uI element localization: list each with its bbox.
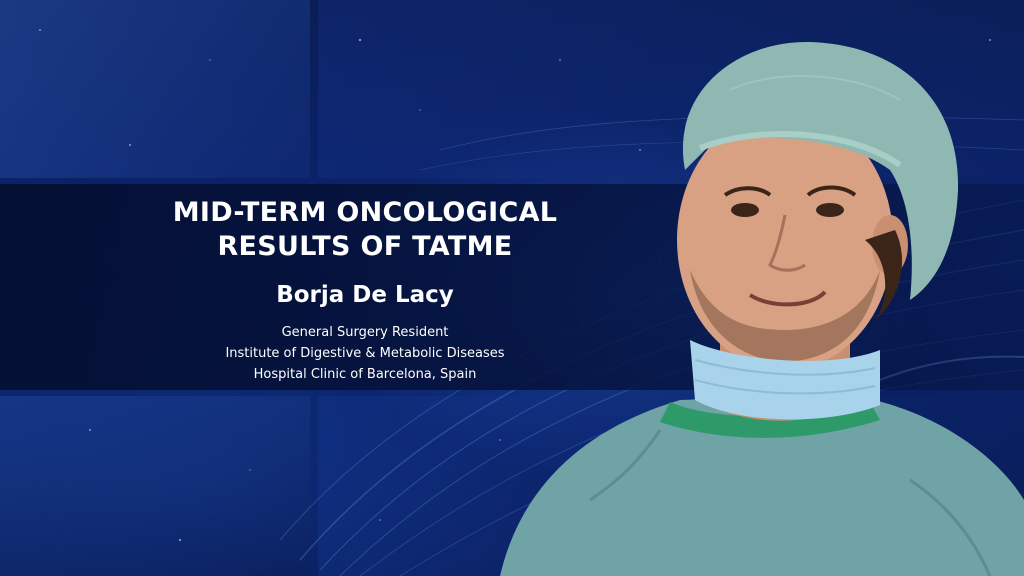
- video-title: MID-TERM ONCOLOGICAL RESULTS OF TATME: [150, 196, 580, 264]
- affiliation-line-1: General Surgery Resident: [281, 325, 449, 340]
- speaker-name: Borja De Lacy: [276, 282, 454, 308]
- affiliation-line-3: Hospital Clinic of Barcelona, Spain: [253, 367, 477, 382]
- video-title-card: MID-TERM ONCOLOGICAL RESULTS OF TATME Bo…: [0, 0, 1024, 576]
- speaker-affiliation: General Surgery Resident Institute of Di…: [150, 322, 580, 385]
- affiliation-line-2: Institute of Digestive & Metabolic Disea…: [225, 346, 505, 361]
- title-line-2: RESULTS OF TATME: [217, 231, 513, 262]
- title-line-1: MID-TERM ONCOLOGICAL: [172, 197, 558, 228]
